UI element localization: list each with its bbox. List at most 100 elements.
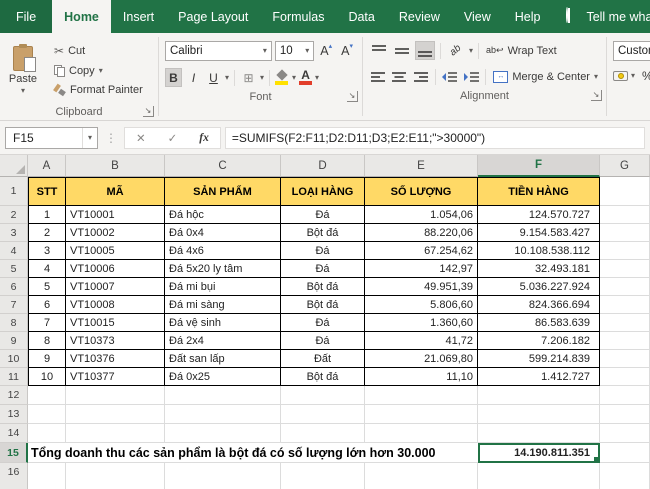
merge-center-button[interactable]: ↔ Merge & Center ▾	[491, 71, 600, 83]
clipboard-dialog-launcher[interactable]: ↘	[143, 106, 154, 117]
tab-home[interactable]: Home	[52, 0, 111, 33]
header-cell-tien-hang[interactable]: TIỀN HÀNG	[478, 177, 600, 206]
cell-c5[interactable]: Đá 5x20 ly tâm	[165, 260, 281, 278]
cell-c13[interactable]	[165, 405, 281, 424]
tab-page-layout[interactable]: Page Layout	[166, 0, 260, 33]
accounting-dropdown-icon[interactable]: ▾	[631, 72, 635, 80]
insert-function-icon[interactable]: fx	[188, 132, 220, 144]
cell-g12[interactable]	[600, 386, 650, 405]
header-cell-san-pham[interactable]: SẢN PHẨM	[165, 177, 281, 206]
orientation-dropdown-icon[interactable]: ▾	[469, 47, 473, 55]
cell-d16[interactable]	[281, 463, 365, 489]
font-dialog-launcher[interactable]: ↘	[347, 91, 358, 102]
cell-g15[interactable]	[600, 443, 650, 463]
selected-cell-f15[interactable]: 14.190.811.351	[478, 443, 600, 463]
row-header-14[interactable]: 14	[0, 424, 28, 443]
cell-b14[interactable]	[66, 424, 165, 443]
cell-f2[interactable]: 124.570.727	[478, 206, 600, 224]
align-right-button[interactable]	[412, 67, 430, 86]
col-header-a[interactable]: A	[28, 155, 66, 177]
summary-label-cell[interactable]: Tổng doanh thu các sản phẩm là bột đá có…	[28, 443, 478, 463]
cell-d12[interactable]	[281, 386, 365, 405]
cancel-entry-icon[interactable]: ✕	[125, 131, 157, 145]
cell-c4[interactable]: Đá 4x6	[165, 242, 281, 260]
cell-b10[interactable]: VT10376	[66, 350, 165, 368]
format-painter-button[interactable]: Format Painter	[50, 82, 147, 98]
orientation-button[interactable]: ab	[446, 41, 466, 60]
cell-d11[interactable]: Bột đá	[281, 368, 365, 386]
cell-g1[interactable]	[600, 177, 650, 206]
borders-dropdown-icon[interactable]: ▾	[260, 74, 264, 82]
cell-d13[interactable]	[281, 405, 365, 424]
row-header-10[interactable]: 10	[0, 350, 28, 368]
cell-e9[interactable]: 41,72	[365, 332, 478, 350]
cell-f11[interactable]: 1.412.727	[478, 368, 600, 386]
cell-e5[interactable]: 142,97	[365, 260, 478, 278]
row-header-6[interactable]: 6	[0, 278, 28, 296]
increase-font-size-button[interactable]: A ▴	[317, 43, 335, 59]
cell-c8[interactable]: Đá vệ sinh	[165, 314, 281, 332]
cell-a8[interactable]: 7	[28, 314, 66, 332]
cell-c2[interactable]: Đá hộc	[165, 206, 281, 224]
col-header-f-selected[interactable]: F	[478, 155, 600, 177]
row-header-1[interactable]: 1	[0, 177, 28, 206]
cell-a5[interactable]: 4	[28, 260, 66, 278]
cell-a14[interactable]	[28, 424, 66, 443]
cell-e11[interactable]: 11,10	[365, 368, 478, 386]
cell-g6[interactable]	[600, 278, 650, 296]
cut-button[interactable]: ✂ Cut	[50, 42, 147, 60]
cell-f12[interactable]	[478, 386, 600, 405]
header-cell-stt[interactable]: STT	[28, 177, 66, 206]
cell-f6[interactable]: 5.036.227.924	[478, 278, 600, 296]
name-box[interactable]: F15 ▾	[5, 127, 98, 149]
row-header-8[interactable]: 8	[0, 314, 28, 332]
confirm-entry-icon[interactable]: ✓	[157, 131, 189, 145]
cell-f7[interactable]: 824.366.694	[478, 296, 600, 314]
cell-c10[interactable]: Đất san lấp	[165, 350, 281, 368]
formula-input[interactable]: =SUMIFS(F2:F11;D2:D11;D3;E2:E11;">30000"…	[225, 127, 645, 149]
cell-g9[interactable]	[600, 332, 650, 350]
font-size-select[interactable]: 10 ▾	[275, 41, 314, 61]
paste-dropdown-icon[interactable]: ▾	[21, 87, 25, 95]
cell-b3[interactable]: VT10002	[66, 224, 165, 242]
cell-a10[interactable]: 9	[28, 350, 66, 368]
row-header-16[interactable]: 16	[0, 463, 28, 489]
cell-d8[interactable]: Đá	[281, 314, 365, 332]
cell-b2[interactable]: VT10001	[66, 206, 165, 224]
cell-b12[interactable]	[66, 386, 165, 405]
cell-g8[interactable]	[600, 314, 650, 332]
cell-g5[interactable]	[600, 260, 650, 278]
cell-c14[interactable]	[165, 424, 281, 443]
header-cell-loai-hang[interactable]: LOẠI HÀNG	[281, 177, 365, 206]
cell-a6[interactable]: 5	[28, 278, 66, 296]
row-header-15-selected[interactable]: 15	[0, 443, 28, 463]
cell-f3[interactable]: 9.154.583.427	[478, 224, 600, 242]
cell-b8[interactable]: VT10015	[66, 314, 165, 332]
tab-file[interactable]: File	[0, 0, 52, 33]
cell-e12[interactable]	[365, 386, 478, 405]
cell-e7[interactable]: 5.806,60	[365, 296, 478, 314]
tab-review[interactable]: Review	[387, 0, 452, 33]
cell-a9[interactable]: 8	[28, 332, 66, 350]
font-color-icon[interactable]: A	[299, 70, 312, 85]
alignment-dialog-launcher[interactable]: ↘	[591, 90, 602, 101]
cell-c12[interactable]	[165, 386, 281, 405]
cell-g4[interactable]	[600, 242, 650, 260]
row-header-7[interactable]: 7	[0, 296, 28, 314]
cell-a3[interactable]: 2	[28, 224, 66, 242]
tab-data[interactable]: Data	[336, 0, 386, 33]
row-header-11[interactable]: 11	[0, 368, 28, 386]
align-bottom-button[interactable]	[415, 41, 435, 60]
cell-f8[interactable]: 86.583.639	[478, 314, 600, 332]
accounting-format-icon[interactable]	[613, 71, 628, 81]
row-header-13[interactable]: 13	[0, 405, 28, 424]
cell-b11[interactable]: VT10377	[66, 368, 165, 386]
tab-insert[interactable]: Insert	[111, 0, 166, 33]
cell-c3[interactable]: Đá 0x4	[165, 224, 281, 242]
fill-color-icon[interactable]	[275, 71, 289, 85]
col-header-d[interactable]: D	[281, 155, 365, 177]
cell-g3[interactable]	[600, 224, 650, 242]
header-cell-ma[interactable]: MÃ	[66, 177, 165, 206]
fill-color-dropdown-icon[interactable]: ▾	[292, 74, 296, 82]
cell-f13[interactable]	[478, 405, 600, 424]
